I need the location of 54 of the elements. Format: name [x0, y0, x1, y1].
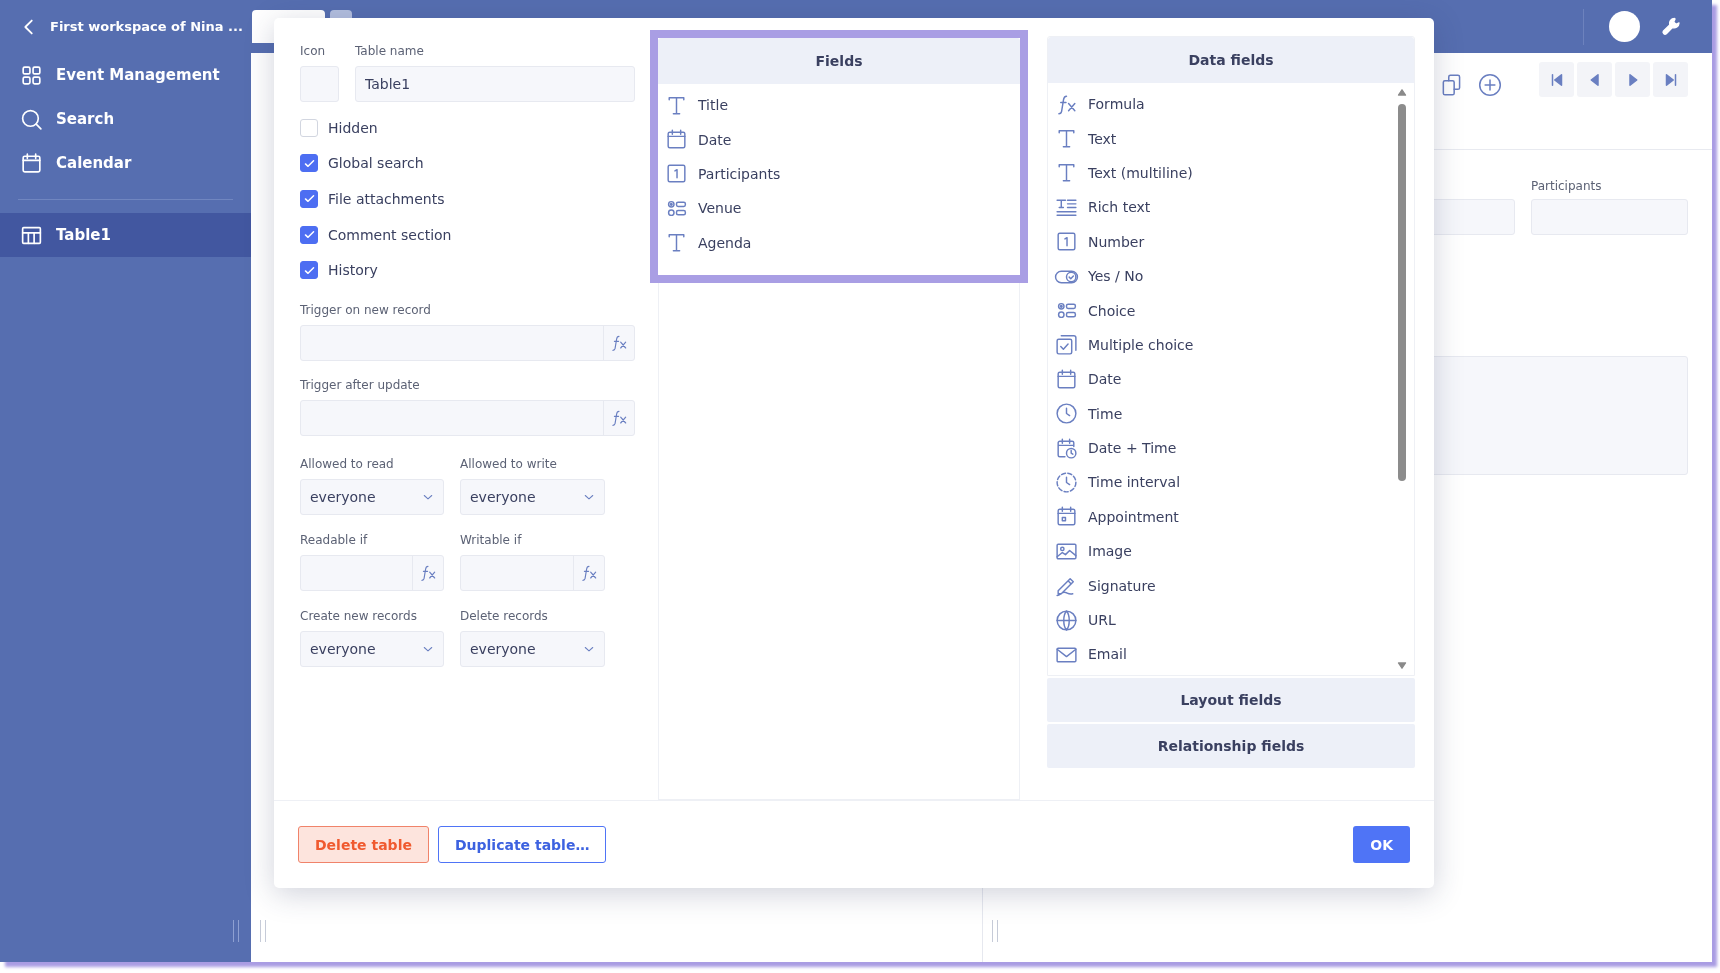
field-label: Table name	[355, 44, 425, 58]
field-type-item[interactable]: URL	[1054, 602, 1414, 638]
field-label: Delete records	[460, 608, 549, 623]
field-type-item[interactable]: Title	[664, 88, 1020, 123]
section-header[interactable]: Layout fields	[1047, 678, 1415, 722]
field-label: Participants	[1531, 179, 1603, 194]
select-field[interactable]: everyone	[460, 478, 605, 515]
panel-header: Fields	[658, 38, 1020, 84]
field-type-item[interactable]: Rich text	[1054, 190, 1414, 225]
select-field[interactable]: everyone	[460, 630, 605, 667]
field-type-item[interactable]: Image	[1054, 534, 1414, 569]
field-label: Allowed to write	[460, 456, 558, 471]
field-type-item[interactable]: Date	[1054, 362, 1414, 397]
field-type-item[interactable]: Text (multiline)	[1054, 155, 1414, 191]
field-label: Icon	[300, 44, 327, 58]
checkbox-label: Global search	[328, 155, 424, 172]
sidebar-item[interactable]: Event Management	[0, 53, 251, 97]
field-type-item[interactable]: Yes / No	[1054, 258, 1414, 294]
field-type-item[interactable]: Date	[664, 122, 1020, 157]
field-label: Trigger on new record	[300, 302, 432, 317]
field-type-item[interactable]: Number	[1054, 224, 1414, 259]
section-header[interactable]: Relationship fields	[1047, 724, 1415, 768]
field-label: Readable if	[300, 532, 369, 547]
workspace-title: First workspace of Nina ...	[50, 19, 243, 34]
field-label: Allowed to read	[300, 456, 395, 471]
field-type-item[interactable]: Date + Time	[1054, 430, 1414, 466]
field-label: Trigger after update	[300, 377, 421, 392]
sidebar-item[interactable]: Table1	[0, 213, 251, 257]
field-type-item[interactable]: Multiple choice	[1054, 327, 1414, 363]
field-type-item[interactable]: Appointment	[1054, 499, 1414, 535]
field-type-item[interactable]: Signature	[1054, 568, 1414, 603]
field-type-item[interactable]: Venue	[664, 191, 1020, 226]
field-label: Create new records	[300, 608, 418, 623]
field-type-item[interactable]: Time interval	[1054, 465, 1414, 500]
field-type-item[interactable]: Email	[1054, 637, 1414, 672]
table-name-field[interactable]: Table1	[355, 66, 635, 102]
ok-button[interactable]: OK	[1353, 826, 1410, 863]
checkbox-label: Hidden	[328, 119, 378, 136]
field-type-item[interactable]: Participants	[664, 156, 1020, 192]
select-field[interactable]: everyone	[300, 630, 444, 667]
field-type-item[interactable]: Formula	[1054, 87, 1414, 122]
duplicate-button[interactable]: Duplicate table…	[437, 826, 607, 863]
field-type-item[interactable]: Text	[1054, 121, 1414, 156]
sidebar-item[interactable]: Calendar	[0, 141, 251, 185]
panel-header: Data fields	[1048, 37, 1414, 83]
checkbox-label: Comment section	[328, 226, 452, 243]
sidebar-item[interactable]: Search	[0, 97, 251, 141]
field-label: Writable if	[460, 532, 523, 547]
field-type-item[interactable]: Time	[1054, 396, 1414, 431]
checkbox-label: File attachments	[328, 191, 445, 207]
field-type-item[interactable]: Choice	[1054, 293, 1414, 328]
select-field[interactable]: everyone	[300, 478, 444, 515]
checkbox-label: History	[328, 262, 378, 279]
field-type-item[interactable]: Agenda	[664, 225, 1020, 260]
